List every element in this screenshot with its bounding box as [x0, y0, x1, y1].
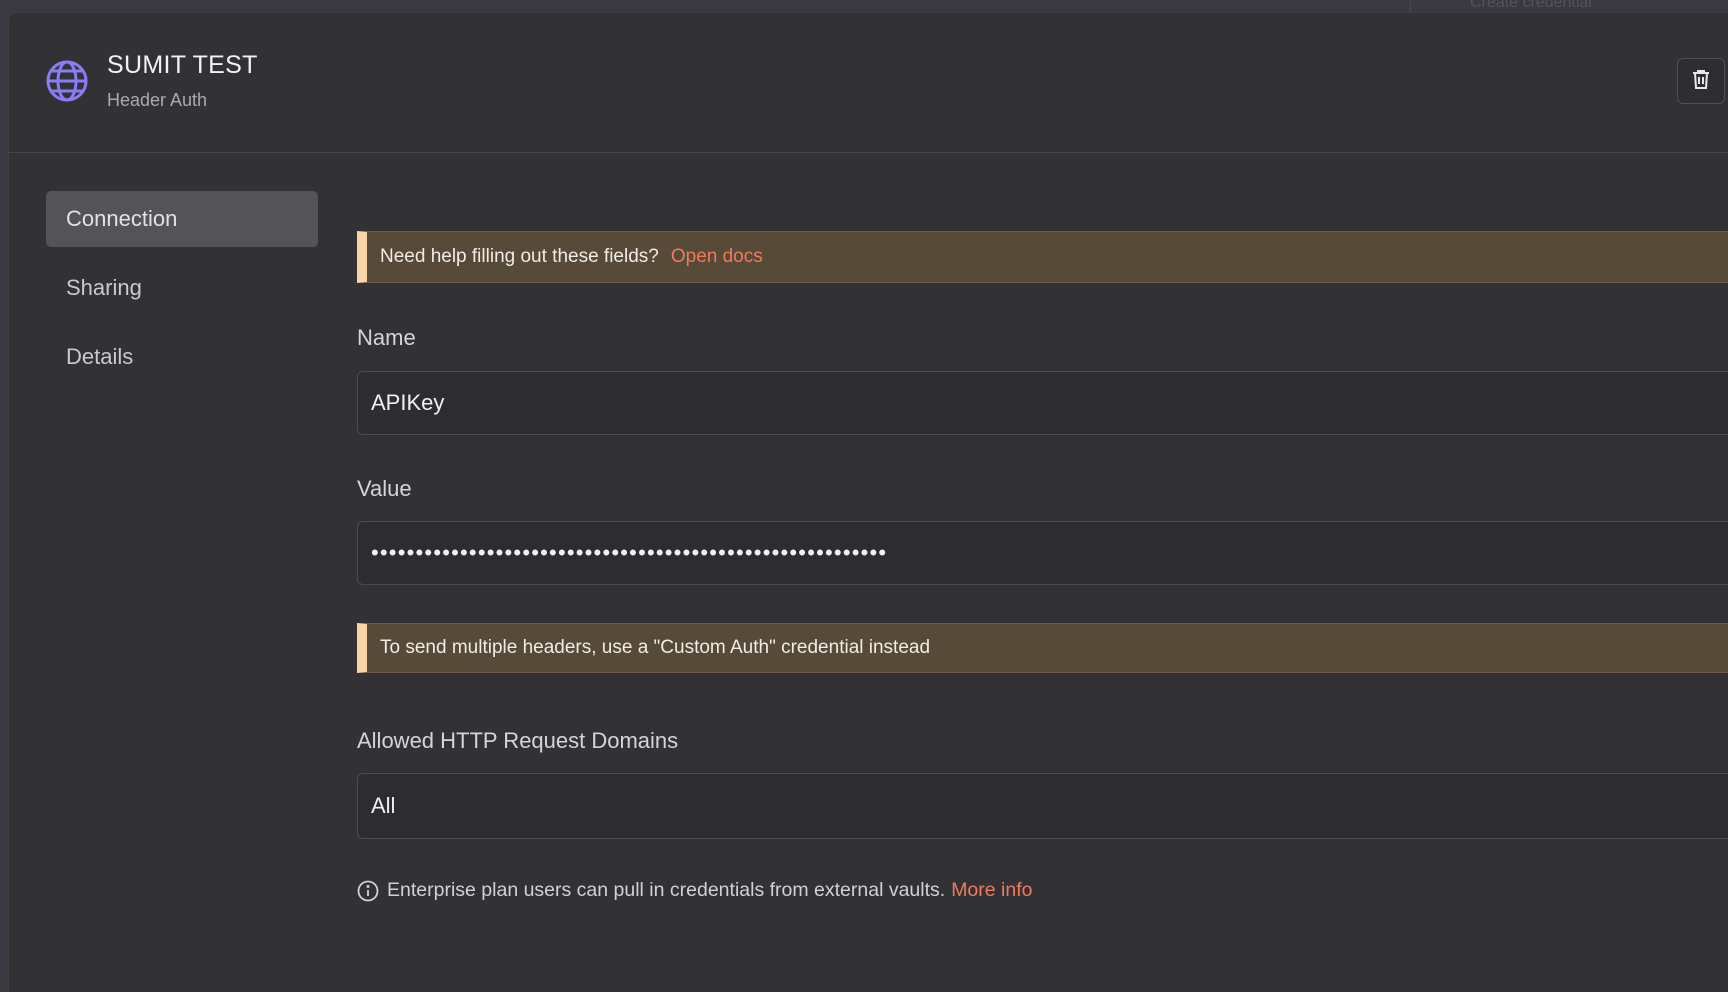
more-info-link[interactable]: More info — [951, 879, 1032, 902]
delete-button[interactable] — [1677, 58, 1725, 104]
sidebar-item-sharing[interactable]: Sharing — [46, 260, 318, 316]
modal-header: SUMIT TEST Header Auth — [9, 13, 1728, 153]
credential-modal: SUMIT TEST Header Auth Connection Sharin… — [8, 12, 1728, 992]
credential-type: Header Auth — [107, 90, 208, 110]
domains-select[interactable]: All — [357, 773, 1728, 839]
domains-label: Allowed HTTP Request Domains — [357, 728, 679, 753]
backdrop-ghost-text: Create credential — [1470, 0, 1592, 11]
open-docs-link[interactable]: Open docs — [671, 246, 763, 268]
value-label: Value — [357, 476, 412, 501]
sidebar-item-label: Sharing — [66, 275, 142, 300]
external-vaults-info: Enterprise plan users can pull in creden… — [357, 879, 1032, 902]
sidebar: Connection Sharing Details — [46, 191, 318, 398]
info-text: Enterprise plan users can pull in creden… — [387, 879, 946, 901]
domains-select-value: All — [371, 793, 396, 818]
sidebar-item-details[interactable]: Details — [46, 329, 318, 385]
sidebar-item-label: Details — [66, 344, 134, 369]
sidebar-item-label: Connection — [66, 206, 178, 231]
headers-notice: To send multiple headers, use a "Custom … — [357, 623, 1728, 673]
name-input[interactable]: APIKey — [357, 371, 1728, 435]
help-notice: Need help filling out these fields? Open… — [357, 231, 1728, 283]
help-notice-text: Need help filling out these fields? — [380, 246, 659, 267]
backdrop-divider — [1410, 0, 1411, 12]
credential-title: SUMIT TEST — [107, 51, 258, 79]
globe-icon — [45, 59, 89, 103]
value-password-input[interactable]: ••••••••••••••••••••••••••••••••••••••••… — [357, 521, 1728, 585]
value-masked: ••••••••••••••••••••••••••••••••••••••••… — [371, 540, 888, 565]
name-label: Name — [357, 325, 416, 350]
headers-notice-text: To send multiple headers, use a "Custom … — [380, 637, 931, 658]
trash-icon — [1692, 69, 1710, 94]
name-input-value: APIKey — [371, 390, 445, 415]
sidebar-item-connection[interactable]: Connection — [46, 191, 318, 247]
info-icon — [357, 880, 379, 902]
